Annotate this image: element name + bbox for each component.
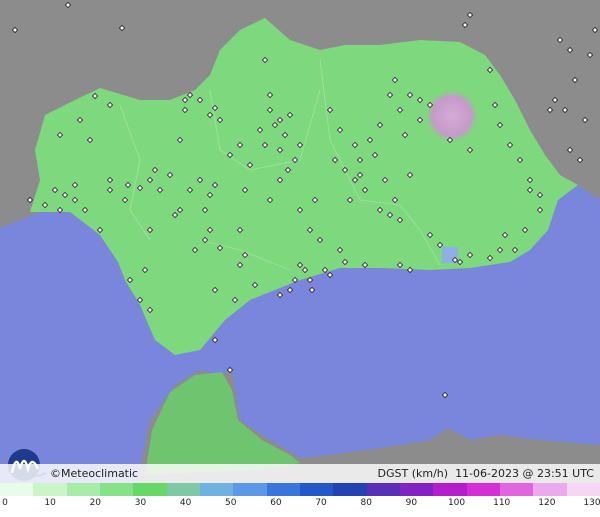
scale-swatch bbox=[399, 483, 434, 496]
scale-swatch bbox=[0, 483, 34, 496]
scale-swatch bbox=[166, 483, 200, 496]
scale-tick-label: 60 bbox=[270, 498, 282, 508]
scale-swatch bbox=[33, 483, 67, 496]
color-scale: 0 10 20 30 40 50 60 70 80 90 100 110 120 130 bbox=[0, 483, 600, 517]
variable-datetime-label: DGST (km/h) 11-06-2023 @ 23:51 UTC bbox=[378, 467, 594, 480]
scale-swatch bbox=[333, 483, 367, 496]
scale-tick-label: 110 bbox=[493, 498, 511, 508]
variable-label: DGST (km/h) bbox=[377, 467, 449, 480]
scale-swatch bbox=[299, 483, 334, 496]
scale-tick-label: 0 bbox=[2, 498, 8, 508]
scale-swatch bbox=[499, 483, 534, 496]
scale-swatch bbox=[533, 483, 567, 496]
brand-label: ©Meteoclimatic bbox=[50, 467, 139, 480]
scale-tick-label: 70 bbox=[315, 498, 327, 508]
scale-tick-label: 100 bbox=[447, 498, 466, 508]
scale-swatch bbox=[366, 483, 400, 496]
scale-tick-label: 50 bbox=[225, 498, 237, 508]
weather-map[interactable] bbox=[0, 0, 600, 517]
scale-tick-label: 120 bbox=[538, 498, 556, 508]
scale-swatch bbox=[99, 483, 134, 496]
gust-hotspot bbox=[424, 88, 480, 144]
scale-tick-label: 30 bbox=[134, 498, 147, 508]
scale-swatch bbox=[199, 483, 234, 496]
scale-swatch bbox=[433, 483, 467, 496]
scale-tick-label: 20 bbox=[89, 498, 102, 508]
scale-swatch bbox=[133, 483, 167, 496]
credit-bar: ©Meteoclimatic DGST (km/h) 11-06-2023 @ … bbox=[0, 464, 600, 483]
scale-tick-label: 80 bbox=[360, 498, 372, 508]
scale-tick-label: 10 bbox=[44, 498, 56, 508]
scale-swatch bbox=[66, 483, 100, 496]
scale-swatch bbox=[266, 483, 300, 496]
datetime-label: 11-06-2023 @ 23:51 UTC bbox=[455, 467, 594, 480]
scale-swatch bbox=[466, 483, 500, 496]
scale-tick-label: 40 bbox=[179, 498, 192, 508]
scale-tick-label: 130 bbox=[583, 498, 600, 508]
scale-swatch bbox=[566, 483, 600, 496]
scale-swatch bbox=[233, 483, 267, 496]
color-scale-bar bbox=[0, 483, 600, 496]
scale-tick-label: 90 bbox=[405, 498, 418, 508]
